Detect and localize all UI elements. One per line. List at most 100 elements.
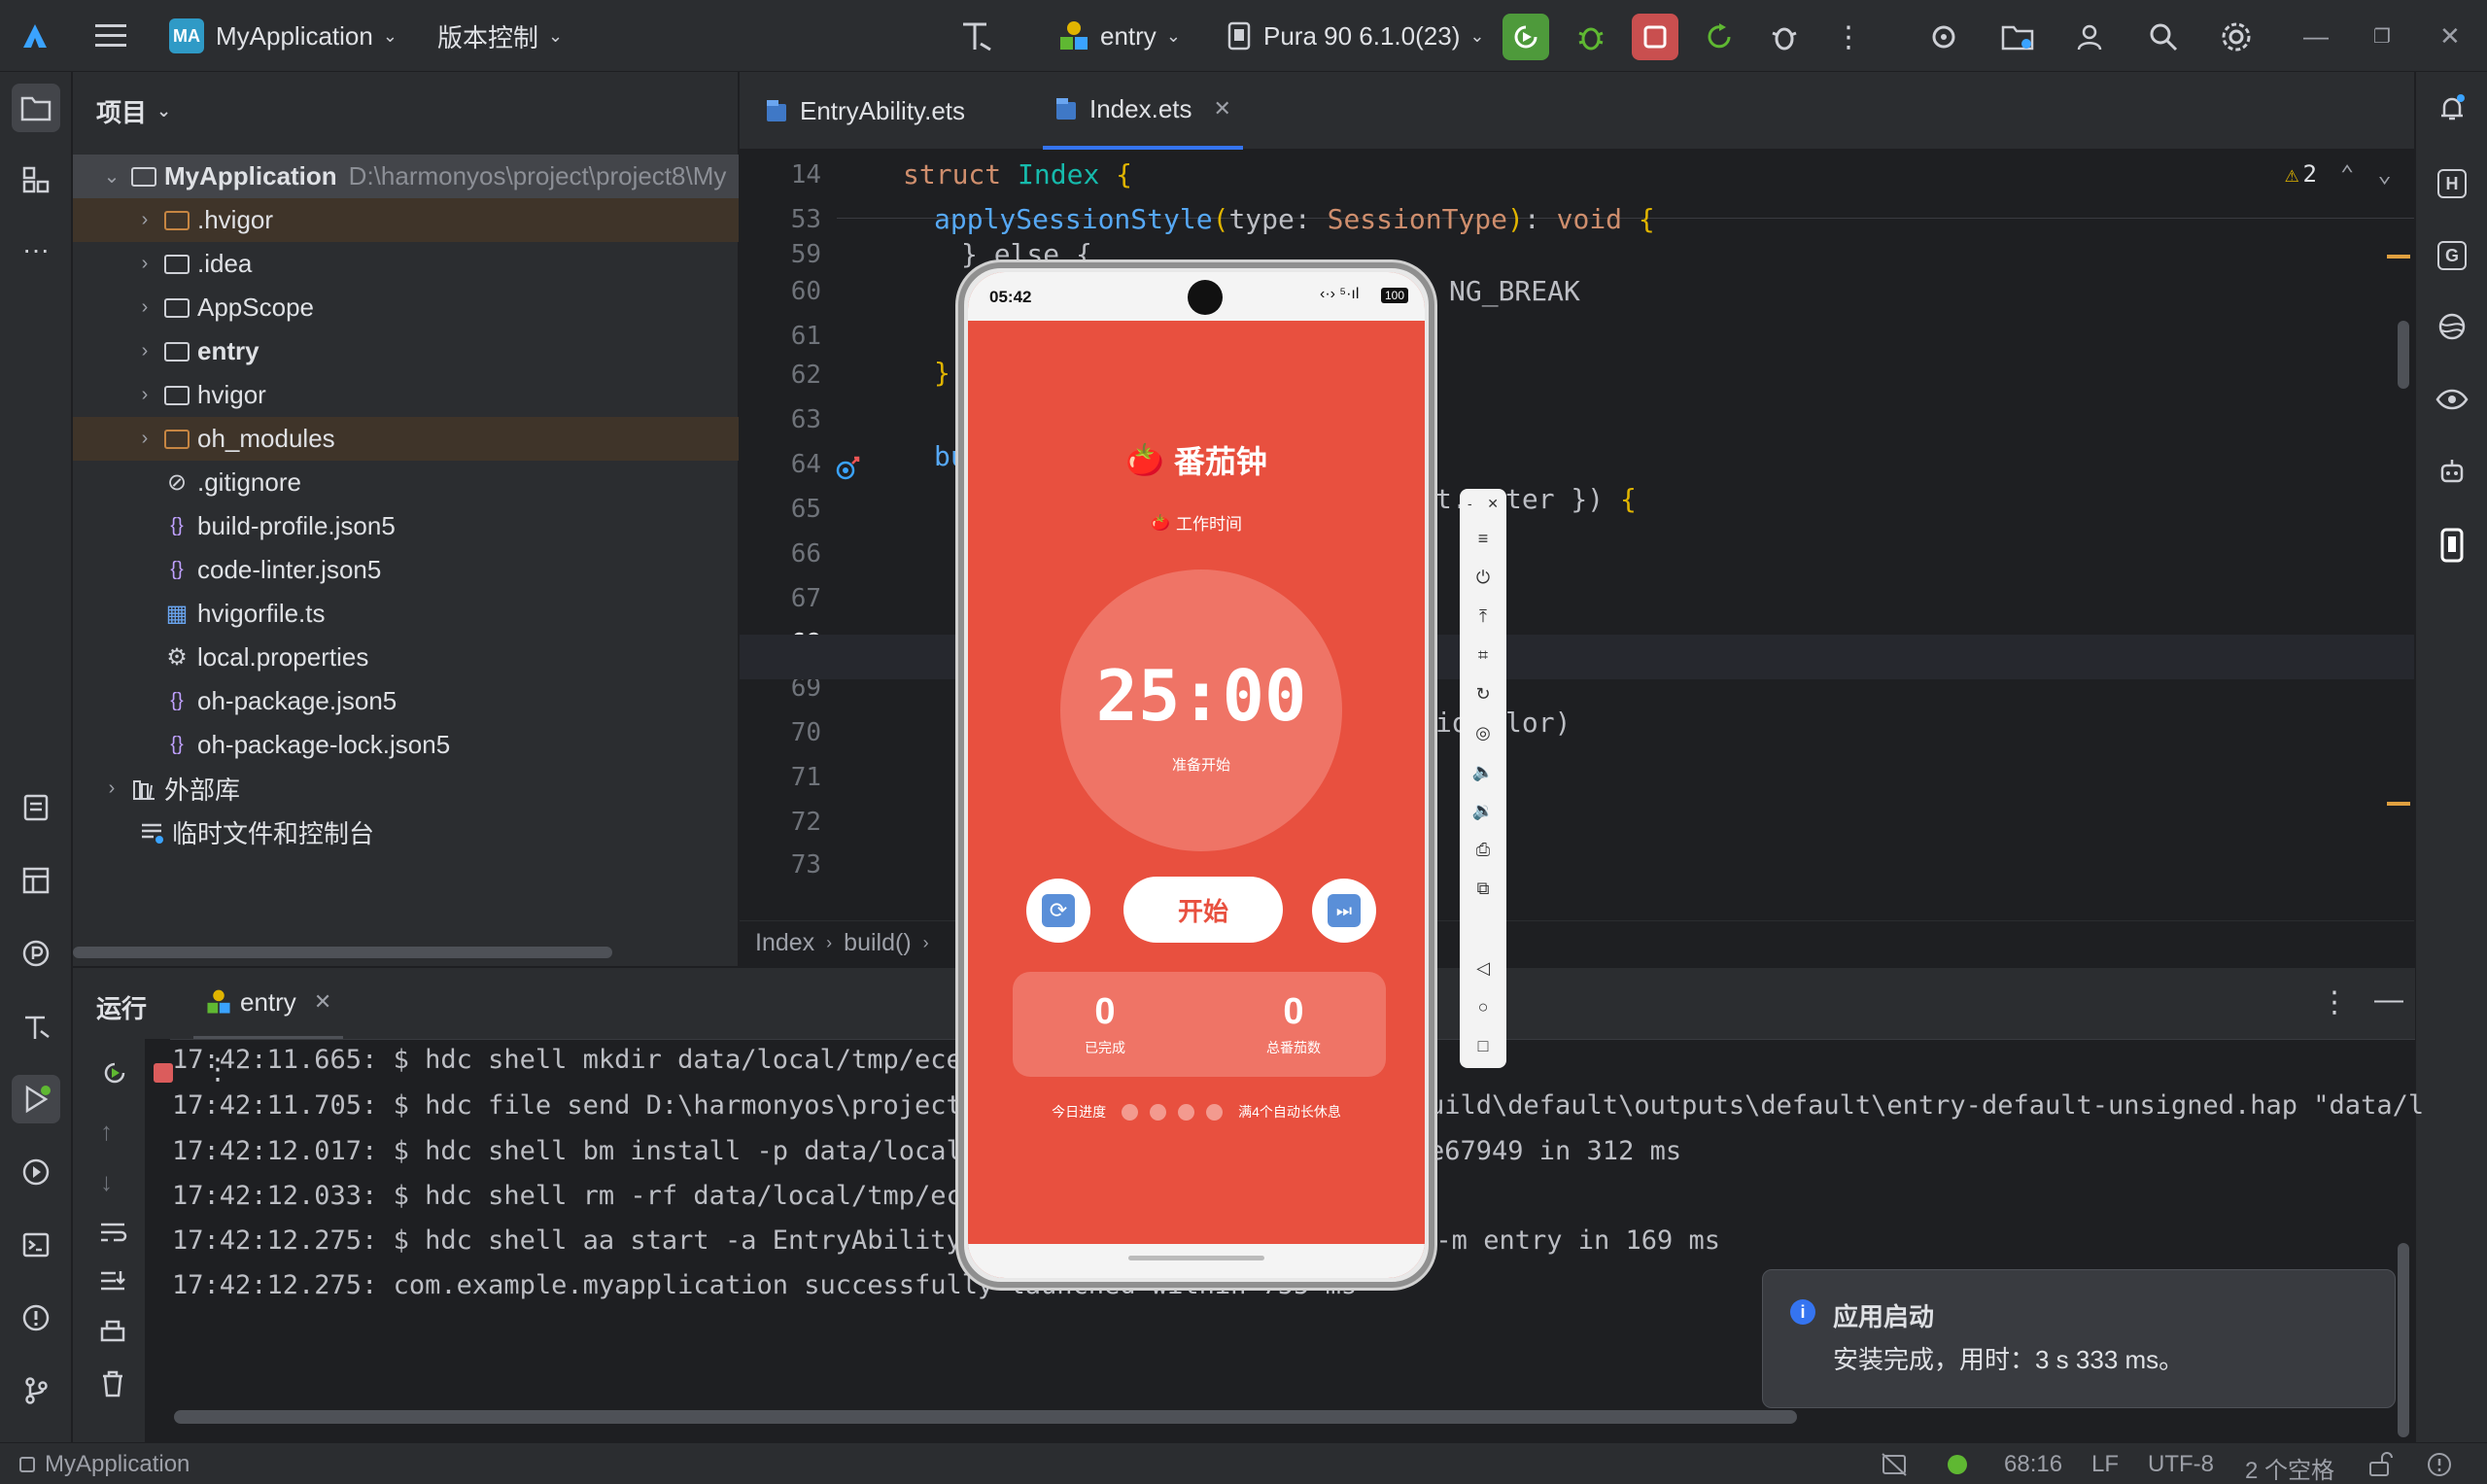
- device-selector[interactable]: Pura 90 6.1.0(23) ⌄: [1225, 0, 1484, 72]
- tree-item[interactable]: › .hvigor: [73, 198, 739, 242]
- trash-icon[interactable]: [98, 1369, 127, 1398]
- warning-marker[interactable]: [2387, 802, 2410, 806]
- status-project[interactable]: MyApplication: [19, 1451, 190, 1478]
- more-vertical-icon[interactable]: ⋮: [203, 1053, 232, 1087]
- scroll-to-end-icon[interactable]: [98, 1268, 127, 1295]
- close-tab-icon[interactable]: ✕: [1214, 96, 1231, 121]
- tree-item[interactable]: {} oh-package.json5: [73, 679, 739, 723]
- breadcrumb-item[interactable]: Index: [755, 929, 814, 957]
- close-icon[interactable]: ✕: [1487, 496, 1499, 512]
- home-indicator[interactable]: [1128, 1256, 1264, 1260]
- search-everywhere-button[interactable]: [2140, 14, 2187, 60]
- tree-item[interactable]: › hvigor: [73, 373, 739, 417]
- tree-item[interactable]: › .idea: [73, 242, 739, 286]
- tree-item[interactable]: › oh_modules: [73, 417, 739, 461]
- indent-setting[interactable]: 2 个空格: [2245, 1451, 2334, 1484]
- screenshot-icon[interactable]: ⎙: [1460, 831, 1506, 868]
- status-ok-icon[interactable]: [1948, 1455, 1967, 1474]
- project-switcher[interactable]: MA MyApplication ⌄: [169, 0, 397, 72]
- tree-item[interactable]: ⚙ local.properties: [73, 636, 739, 679]
- chevron-down-icon[interactable]: ⌄: [2377, 160, 2391, 188]
- chevron-up-icon[interactable]: ⌃: [2340, 160, 2354, 188]
- previewer-button[interactable]: [2428, 375, 2476, 424]
- main-menu-button[interactable]: [93, 0, 128, 72]
- volume-down-icon[interactable]: 🔉: [1460, 792, 1506, 829]
- skip-button[interactable]: ⏭: [1312, 879, 1376, 943]
- file-encoding[interactable]: UTF-8: [2148, 1451, 2214, 1478]
- debug-button[interactable]: [1568, 14, 1614, 60]
- run-config-selector[interactable]: entry ⌄: [1057, 0, 1181, 72]
- terminal-tool-button[interactable]: [12, 1221, 60, 1269]
- soft-wrap-icon[interactable]: [98, 1220, 127, 1247]
- git-tool-button[interactable]: [12, 1366, 60, 1415]
- close-tab-icon[interactable]: ✕: [314, 989, 331, 1015]
- problems-tool-button[interactable]: [12, 1294, 60, 1342]
- structure-tool-button[interactable]: [12, 155, 60, 204]
- settings-button[interactable]: [2213, 14, 2260, 60]
- open-folder-button[interactable]: [1994, 14, 2041, 60]
- phone-screen[interactable]: 05:42 ‹·› ⁵·ıl 100 🍅 番茄钟 🍅 工作时间 25:00 准备…: [968, 272, 1425, 1278]
- harmony-assistant-button[interactable]: H: [2428, 159, 2476, 208]
- stop-icon[interactable]: [151, 1060, 176, 1086]
- tree-item[interactable]: {} build-profile.json5: [73, 504, 739, 548]
- app-analyzer-button[interactable]: [2428, 447, 2476, 496]
- tree-external-libs[interactable]: › 外部库: [73, 767, 739, 811]
- attach-debugger-button[interactable]: [1761, 14, 1808, 60]
- vertical-scrollbar[interactable]: [2398, 1243, 2409, 1437]
- more-tools-button[interactable]: ···: [12, 225, 60, 274]
- tree-item[interactable]: ⊘ .gitignore: [73, 461, 739, 504]
- scroll-down-icon[interactable]: ↓: [100, 1167, 113, 1197]
- print-icon[interactable]: [98, 1319, 127, 1346]
- override-gutter-icon[interactable]: [833, 454, 862, 483]
- tree-item[interactable]: ▦ hvigorfile.ts: [73, 592, 739, 636]
- crop-icon[interactable]: ⌗: [1460, 637, 1506, 673]
- rerun-button[interactable]: [1503, 14, 1549, 60]
- close-window-button[interactable]: ✕: [2439, 0, 2461, 72]
- minimize-button[interactable]: —: [2303, 0, 2329, 72]
- device-mirror-button[interactable]: [2428, 521, 2476, 569]
- volume-up-icon[interactable]: 🔈: [1460, 753, 1506, 790]
- tree-root[interactable]: ⌄ MyApplication D:\harmonyos\project\pro…: [73, 155, 739, 198]
- launch-notification[interactable]: i 应用启动 安装完成，用时：3 s 333 ms。: [1762, 1269, 2396, 1408]
- back-icon[interactable]: ◁: [1460, 949, 1506, 986]
- horizontal-scrollbar[interactable]: [174, 1410, 1797, 1424]
- unlock-icon[interactable]: [2367, 1451, 2393, 1478]
- minimize-panel-icon[interactable]: —: [2374, 984, 2403, 1017]
- more-vertical-icon[interactable]: ⋮: [2320, 985, 2349, 1019]
- minimize-icon[interactable]: -: [1468, 496, 1472, 511]
- tab-index[interactable]: Index.ets ✕: [1043, 72, 1243, 150]
- todo-tool-button[interactable]: [12, 783, 60, 832]
- more-actions-button[interactable]: ⋮: [1825, 14, 1872, 60]
- tree-item[interactable]: › entry: [73, 329, 739, 373]
- tab-entryability[interactable]: EntryAbility.ets: [765, 72, 965, 150]
- project-panel-header[interactable]: 项目 ⌄: [96, 93, 171, 129]
- power-icon[interactable]: ⏻: [1460, 559, 1506, 596]
- hot-reload-button[interactable]: [1696, 14, 1743, 60]
- inspection-widget[interactable]: ⚠ 2 ⌃ ⌄: [2285, 160, 2392, 188]
- run-tool-button[interactable]: [12, 1075, 60, 1123]
- layout-tool-button[interactable]: [12, 856, 60, 905]
- home-icon[interactable]: ○: [1460, 988, 1506, 1025]
- tree-item[interactable]: {} code-linter.json5: [73, 548, 739, 592]
- breadcrumb-item[interactable]: build(): [844, 929, 911, 957]
- project-tool-button[interactable]: [12, 84, 60, 132]
- line-separator[interactable]: LF: [2091, 1451, 2119, 1478]
- tree-scratches[interactable]: 临时文件和控制台: [73, 811, 739, 854]
- reset-button[interactable]: ⟳: [1026, 879, 1090, 943]
- problems-status-icon[interactable]: [2426, 1451, 2453, 1478]
- build-tool-button[interactable]: [12, 1002, 60, 1051]
- device-manager-button[interactable]: [1920, 14, 1967, 60]
- rotate-icon[interactable]: ↻: [1460, 675, 1506, 712]
- copy-icon[interactable]: ⧉: [1460, 870, 1506, 907]
- rerun-icon[interactable]: [100, 1058, 129, 1087]
- codegenie-button[interactable]: G: [2428, 231, 2476, 280]
- stop-button[interactable]: [1632, 14, 1678, 60]
- recents-icon[interactable]: □: [1460, 1027, 1506, 1064]
- no-events-icon[interactable]: [1880, 1451, 1909, 1478]
- horizontal-scrollbar[interactable]: [73, 947, 612, 958]
- vcs-menu[interactable]: 版本控制 ⌄: [437, 0, 563, 72]
- location-icon[interactable]: ◎: [1460, 714, 1506, 751]
- start-button[interactable]: 开始: [1123, 877, 1283, 943]
- profiler-tool-button[interactable]: [12, 929, 60, 978]
- database-button[interactable]: [2428, 302, 2476, 351]
